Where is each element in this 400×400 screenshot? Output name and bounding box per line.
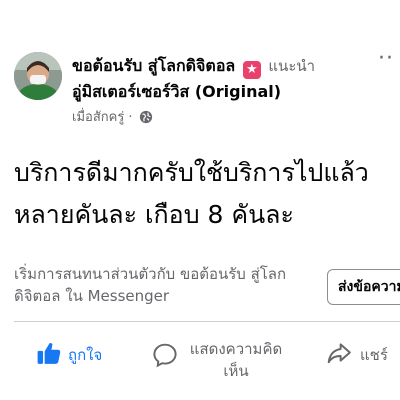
divider	[14, 321, 400, 322]
post-text-line: หลายคันละ เกือบ 8 คันละ	[14, 200, 294, 229]
messenger-prompt-line: ดิจิตอล ใน Messenger	[14, 287, 170, 305]
send-message-button[interactable]: ส่งข้อความ	[327, 269, 400, 305]
avatar[interactable]	[14, 52, 62, 100]
comment-label-line: เห็น	[223, 362, 249, 380]
messenger-prompt-line: เริ่มการสนทนาส่วนตัวกับ ขอต้อนรับ สู่โลก	[14, 265, 287, 283]
author-name[interactable]: ขอต้อนรับ สู่โลกดิจิตอล	[72, 56, 235, 75]
like-label: ถูกใจ	[68, 346, 103, 364]
globe-icon	[139, 110, 152, 124]
comment-label-line: แสดงความคิด	[189, 340, 283, 358]
post-card: ขอต้อนรับ สู่โลกดิจิตอล ★ แนะนำ อู่มิสเต…	[0, 0, 400, 400]
share-label: แชร์	[360, 346, 388, 364]
recommend-label[interactable]: แนะนำ	[268, 57, 315, 75]
post-meta: เมื่อสักครู่ ·	[72, 109, 153, 127]
avatar-photo	[14, 52, 62, 100]
author-line: ขอต้อนรับ สู่โลกดิจิตอล ★ แนะนำ	[72, 55, 315, 79]
more-options-icon[interactable]: ··	[378, 48, 394, 70]
thumbs-up-icon	[37, 342, 61, 364]
like-button[interactable]: ถูกใจ	[36, 340, 102, 372]
post-text-line: บริการดีมากครับใช้บริการไปแล้ว	[14, 158, 369, 187]
timestamp[interactable]: เมื่อสักครู่ ·	[72, 110, 133, 125]
page-name[interactable]: อู่มิสเตอร์เซอร์วิส (Original)	[72, 81, 281, 103]
comment-label: แสดงความคิด เห็น	[186, 338, 286, 382]
share-button[interactable]: แชร์	[326, 340, 388, 372]
share-icon	[327, 343, 351, 364]
comment-icon	[153, 343, 177, 368]
star-badge-icon: ★	[242, 61, 261, 79]
messenger-prompt: เริ่มการสนทนาส่วนตัวกับ ขอต้อนรับ สู่โลก…	[14, 263, 314, 307]
post-text: บริการดีมากครับใช้บริการไปแล้ว หลายคันละ…	[14, 152, 400, 236]
